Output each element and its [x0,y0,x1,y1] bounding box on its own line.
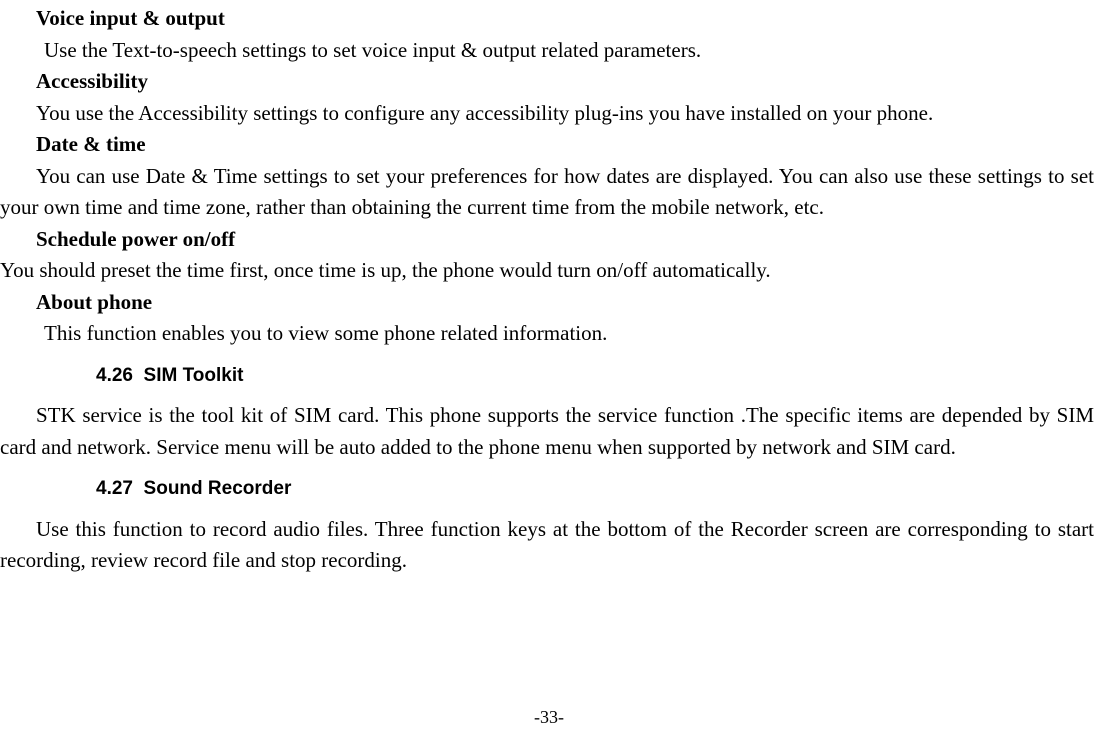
document-content: Voice input & output Use the Text-to-spe… [0,0,1098,577]
heading-text: Sound Recorder [144,478,292,499]
heading-text: SIM Toolkit [144,365,244,386]
section-body-about: This function enables you to view some p… [44,318,1098,350]
page-number: -33- [0,704,1098,731]
heading-sound-recorder: 4.27 Sound Recorder [96,475,1098,504]
section-body-accessibility: You use the Accessibility settings to co… [0,98,1094,130]
section-title-voice: Voice input & output [36,3,1098,35]
section-title-datetime: Date & time [36,129,1098,161]
heading-number: 4.26 [96,365,133,386]
section-body-schedule: You should preset the time first, once t… [0,255,1094,287]
section-body-datetime: You can use Date & Time settings to set … [0,161,1094,224]
section-title-schedule: Schedule power on/off [36,224,1098,256]
section-title-accessibility: Accessibility [36,66,1098,98]
heading-number: 4.27 [96,478,133,499]
heading-sim-toolkit: 4.26 SIM Toolkit [96,362,1098,391]
section-title-about: About phone [36,287,1098,319]
paragraph-sim: STK service is the tool kit of SIM card.… [0,400,1094,463]
paragraph-sound: Use this function to record audio files.… [0,514,1094,577]
section-body-voice: Use the Text-to-speech settings to set v… [44,35,1098,67]
